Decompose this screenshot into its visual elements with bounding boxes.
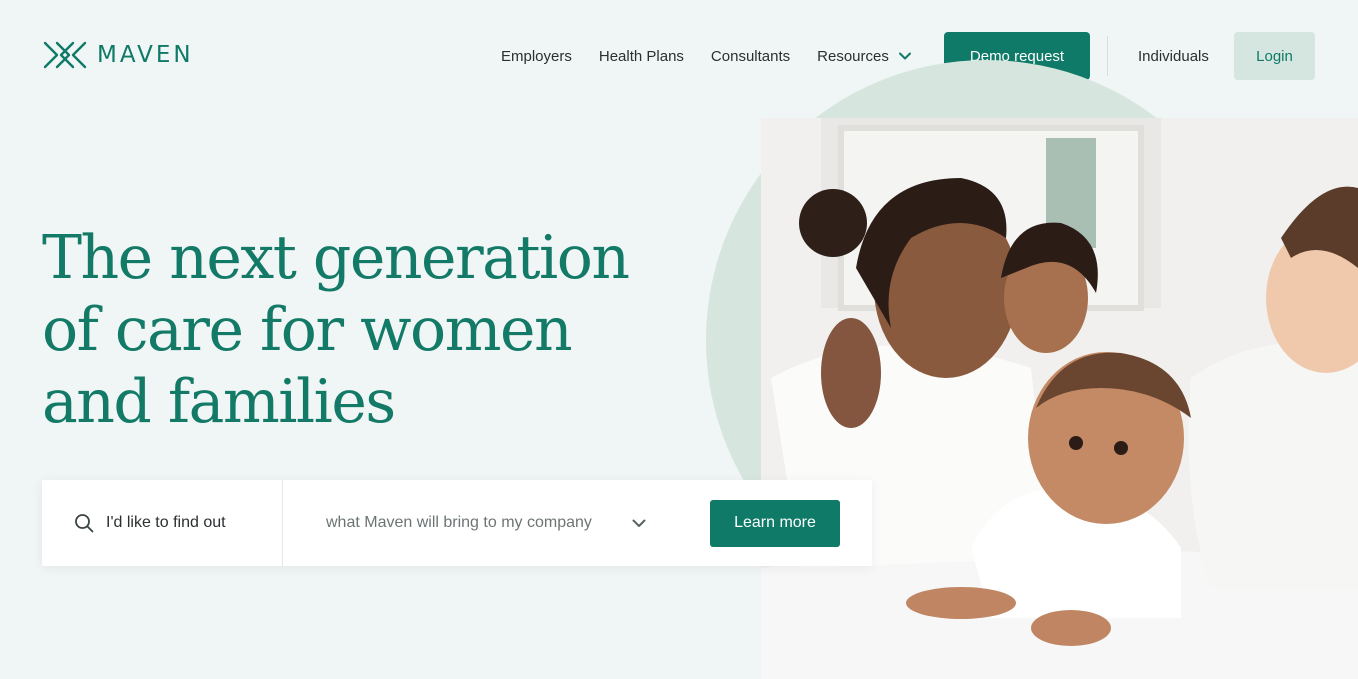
- chevron-down-icon: [898, 52, 911, 60]
- nav-divider: [1107, 36, 1108, 76]
- find-out-select[interactable]: what Maven will bring to my company: [283, 480, 710, 566]
- brand-logo[interactable]: MAVEN: [43, 40, 194, 70]
- headline-line: The next generation: [42, 223, 630, 293]
- main-nav: Employers Health Plans Consultants Resou…: [501, 32, 941, 80]
- learn-more-button[interactable]: Learn more: [710, 499, 840, 547]
- family-illustration: [761, 118, 1358, 679]
- nav-individuals[interactable]: Individuals: [1138, 32, 1209, 80]
- headline-line: and families: [42, 367, 396, 437]
- search-icon: [75, 514, 94, 533]
- find-out-label-group: I'd like to find out: [42, 480, 283, 566]
- hero-family-photo: [761, 118, 1358, 679]
- brand-name: MAVEN: [97, 42, 194, 68]
- find-out-label: I'd like to find out: [106, 514, 226, 531]
- login-button[interactable]: Login: [1234, 32, 1315, 80]
- find-out-bar: I'd like to find out what Maven will bri…: [42, 480, 872, 566]
- hero-headline: The next generation of care for women an…: [42, 222, 682, 438]
- nav-health-plans[interactable]: Health Plans: [599, 48, 684, 65]
- find-out-select-value: what Maven will bring to my company: [326, 514, 592, 531]
- nav-consultants[interactable]: Consultants: [711, 48, 790, 65]
- nav-employers[interactable]: Employers: [501, 48, 572, 65]
- headline-line: of care for women: [42, 295, 573, 365]
- maven-logo-icon: [43, 41, 87, 69]
- nav-resources-dropdown[interactable]: Resources: [817, 48, 911, 65]
- chevron-down-icon: [632, 519, 646, 527]
- nav-resources-label: Resources: [817, 47, 889, 65]
